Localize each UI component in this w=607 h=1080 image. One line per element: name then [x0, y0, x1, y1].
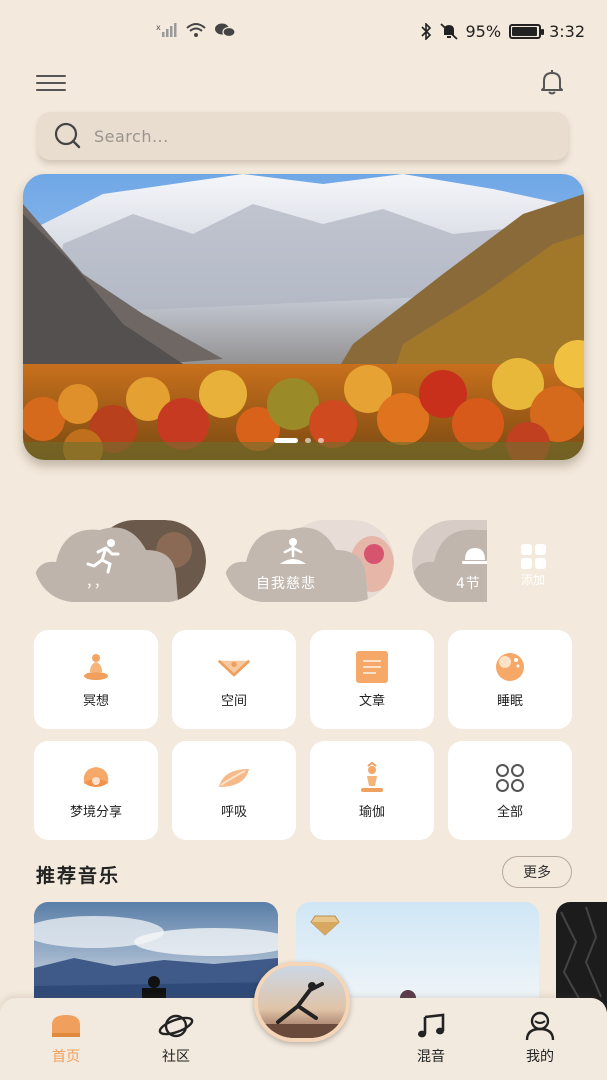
wifi-icon [186, 23, 206, 37]
leaf-icon [217, 761, 251, 795]
banner-pagination[interactable] [274, 438, 324, 443]
category-label: 冥想 [82, 694, 109, 709]
search-bar[interactable] [38, 112, 568, 160]
category-meditation[interactable]: 冥想 [34, 630, 158, 729]
tab-label: 我的 [526, 1049, 554, 1065]
category-label: 文章 [358, 694, 385, 709]
search-input[interactable] [94, 126, 514, 146]
battery-icon [509, 24, 545, 39]
tab-mix[interactable]: 混音 [396, 1012, 466, 1066]
moon-icon [493, 650, 527, 684]
quick-item-partial[interactable]: 4节 [412, 520, 487, 602]
status-bar: x 95% 3:32 [0, 0, 607, 66]
status-left-icons: x [156, 22, 236, 38]
add-label: 添加 [520, 573, 545, 587]
banner-dot-2[interactable] [305, 438, 311, 443]
add-grid-icon [520, 544, 546, 569]
category-all[interactable]: 全部 [448, 741, 572, 840]
category-sleep[interactable]: 睡眠 [448, 630, 572, 729]
bowl-icon [217, 650, 251, 684]
music-card-image-lake-mountains [34, 902, 278, 1012]
category-grid: 冥想 空间 文章 睡眠 梦境分享 呼吸 瑜伽 全部 [34, 630, 574, 840]
tab-profile[interactable]: 我的 [505, 1011, 575, 1066]
yoga-icon [355, 761, 389, 795]
category-space[interactable]: 空间 [172, 630, 296, 729]
quick-item-label: 4节 [456, 576, 481, 592]
clover-icon [493, 761, 527, 795]
now-playing-button[interactable] [254, 962, 350, 1042]
add-quick-item-button[interactable]: 添加 [516, 544, 550, 588]
category-label: 梦境分享 [69, 805, 122, 820]
svg-text:x: x [156, 23, 161, 32]
category-label: 呼吸 [220, 805, 247, 820]
quick-item-label: 自我慈悲 [256, 576, 316, 592]
status-time: 3:32 [549, 22, 585, 41]
wechat-icon [215, 23, 236, 38]
category-label: 全部 [496, 805, 523, 820]
music-note-icon [396, 1012, 466, 1040]
search-icon [54, 122, 81, 149]
meditation-icon [280, 538, 306, 564]
battery-percent: 95% [465, 22, 502, 41]
hero-banner[interactable] [23, 174, 584, 460]
status-right-icons: 95% 3:32 [420, 22, 585, 41]
music-card[interactable] [556, 902, 607, 1012]
category-yoga[interactable]: 瑜伽 [310, 741, 434, 840]
tab-label: 混音 [417, 1049, 445, 1065]
banner-dot-3[interactable] [318, 438, 324, 443]
banner-dot-1[interactable] [274, 438, 298, 443]
tab-label: 社区 [162, 1049, 190, 1065]
tab-label: 首页 [52, 1049, 80, 1065]
section-title-recommend-music: 推荐音乐 [36, 865, 121, 887]
planet-icon [141, 1012, 211, 1040]
quick-item-running[interactable]: ，， [34, 520, 206, 602]
mute-bell-icon [439, 23, 458, 40]
article-icon [355, 650, 389, 684]
diamond-premium-icon [310, 915, 340, 936]
bell-tray-icon [462, 548, 487, 564]
tab-community[interactable]: 社区 [141, 1012, 211, 1066]
category-label: 空间 [220, 694, 247, 709]
category-label: 瑜伽 [358, 805, 385, 820]
bluetooth-icon [420, 23, 431, 40]
home-icon [31, 1012, 101, 1040]
more-button[interactable]: 更多 [502, 856, 572, 888]
category-dream-share[interactable]: 梦境分享 [34, 741, 158, 840]
no-sim-signal-icon: x [156, 23, 177, 37]
profile-icon [505, 1011, 575, 1041]
now-playing-yoga-image [258, 966, 346, 1038]
banner-image-mountain-autumn [23, 174, 584, 460]
category-label: 睡眠 [496, 694, 523, 709]
tab-home[interactable]: 首页 [31, 1012, 101, 1066]
category-breathing[interactable]: 呼吸 [172, 741, 296, 840]
notification-bell-icon[interactable] [538, 68, 566, 96]
category-article[interactable]: 文章 [310, 630, 434, 729]
meditation-icon [79, 650, 113, 684]
quick-item-self-compassion[interactable]: 自我慈悲 [224, 520, 394, 602]
shell-icon [79, 761, 113, 795]
running-icon [86, 539, 120, 574]
quick-item-label: ，， [86, 575, 109, 591]
menu-button[interactable] [36, 72, 66, 94]
music-card[interactable] [34, 902, 278, 1012]
music-card-image-dark [556, 902, 607, 1012]
